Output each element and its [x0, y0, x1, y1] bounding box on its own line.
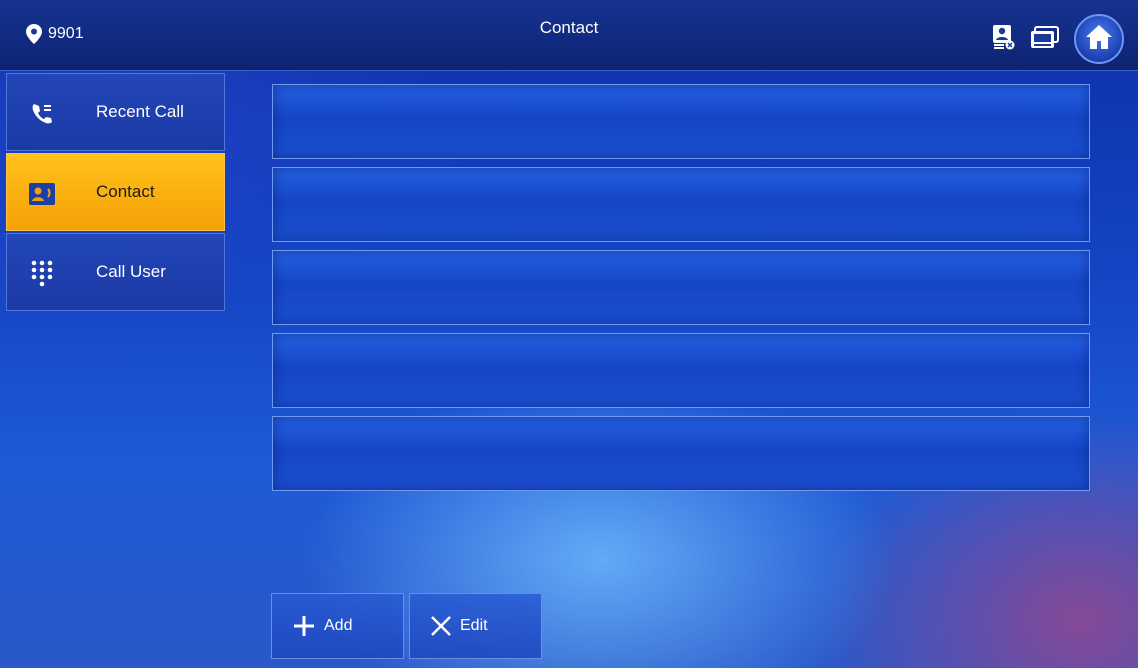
- home-button[interactable]: [1074, 14, 1124, 64]
- sidebar-item-label: Contact: [96, 182, 155, 201]
- phone-log-icon: [29, 102, 55, 126]
- contact-list: [272, 84, 1090, 499]
- contact-row[interactable]: [272, 167, 1090, 242]
- sidebar-item-contact[interactable]: Contact: [6, 153, 225, 231]
- card-reader-icon[interactable]: [992, 24, 1016, 55]
- close-icon: [430, 615, 452, 637]
- contact-row[interactable]: [272, 416, 1090, 491]
- contact-card-icon: [29, 182, 55, 206]
- sidebar: Recent Call Contact Call User: [6, 73, 225, 313]
- edit-label: Edit: [460, 617, 488, 634]
- contact-row[interactable]: [272, 84, 1090, 159]
- home-icon: [1085, 24, 1113, 55]
- contact-row[interactable]: [272, 333, 1090, 408]
- sidebar-item-label: Call User: [96, 262, 166, 281]
- contact-row[interactable]: [272, 250, 1090, 325]
- sidebar-item-recent-call[interactable]: Recent Call: [6, 73, 225, 151]
- header-bar: 9901 Contact: [0, 0, 1138, 71]
- dialpad-icon: [29, 260, 55, 287]
- add-button[interactable]: Add: [271, 593, 404, 659]
- add-label: Add: [324, 617, 353, 634]
- page-title: Contact: [539, 18, 599, 37]
- monitor-icon[interactable]: [1030, 26, 1060, 55]
- sidebar-item-label: Recent Call: [96, 102, 184, 121]
- edit-button[interactable]: Edit: [409, 593, 542, 659]
- plus-icon: [292, 614, 316, 638]
- sidebar-item-call-user[interactable]: Call User: [6, 233, 225, 311]
